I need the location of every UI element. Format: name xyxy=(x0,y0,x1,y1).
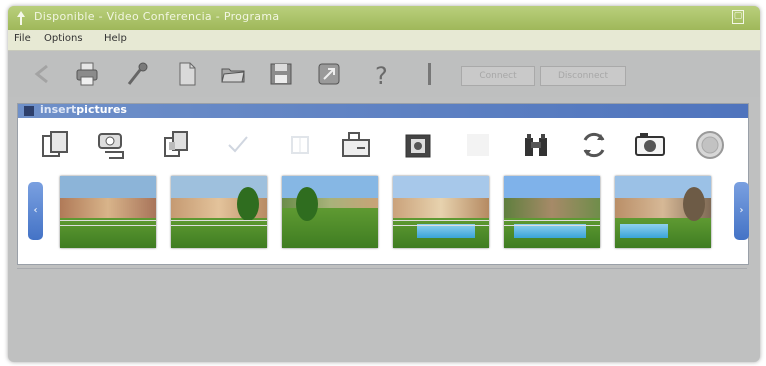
main-toolbar: ? Connect Disconnect xyxy=(8,51,760,97)
grid-icon xyxy=(291,136,309,154)
thumbnail-5[interactable] xyxy=(504,176,600,248)
check-button[interactable] xyxy=(218,126,258,164)
thumbnail-3[interactable] xyxy=(282,176,378,248)
status-divider xyxy=(17,268,747,272)
help-button[interactable]: ? xyxy=(364,57,398,91)
thumbnail-1[interactable] xyxy=(60,176,156,248)
multi-copy-button[interactable] xyxy=(156,126,196,164)
menu-help[interactable]: Help xyxy=(104,33,127,44)
binoculars-icon xyxy=(525,134,547,156)
thumbnail-strip: ‹ › xyxy=(26,166,749,252)
check-icon xyxy=(228,136,248,153)
insert-pictures-panel: insertpictures ‹ › xyxy=(17,103,749,265)
blank-button[interactable] xyxy=(458,126,498,164)
multi-copy-icon xyxy=(164,131,188,157)
document-button[interactable] xyxy=(170,57,204,91)
print-button[interactable] xyxy=(70,57,104,91)
menu-options[interactable]: Options xyxy=(44,33,83,44)
scroll-right-button[interactable]: › xyxy=(734,182,749,240)
print-icon xyxy=(76,62,98,86)
folder-icon xyxy=(221,68,245,83)
connect-button[interactable]: Connect xyxy=(461,66,535,86)
thumbnail-6[interactable] xyxy=(615,176,711,248)
refresh-button[interactable] xyxy=(574,126,614,164)
save-icon xyxy=(270,63,292,85)
svg-text:?: ? xyxy=(375,62,388,88)
menu-file[interactable]: File xyxy=(14,33,31,44)
app-window: Disponible - Video Conferencia - Program… xyxy=(8,6,760,362)
copy-pages-icon xyxy=(42,131,68,157)
scroll-left-button[interactable]: ‹ xyxy=(28,182,43,240)
grid-button[interactable] xyxy=(280,126,320,164)
film-reel-icon xyxy=(696,131,724,159)
folder-arrow-icon xyxy=(342,132,370,157)
blank-icon xyxy=(467,134,489,156)
thumbnail-2[interactable] xyxy=(171,176,267,248)
toolbar-separator xyxy=(428,63,431,85)
panel-header: insertpictures xyxy=(18,103,748,118)
panel-icon xyxy=(24,106,34,116)
disconnect-button[interactable]: Disconnect xyxy=(540,66,626,86)
microphone-icon xyxy=(127,62,148,85)
binoculars-button[interactable] xyxy=(516,126,556,164)
document-icon xyxy=(179,62,196,86)
menu-bar: File Options Help xyxy=(8,30,760,51)
frame-photo-button[interactable] xyxy=(398,126,438,164)
panel-title: insertpictures xyxy=(40,103,127,116)
help-icon: ? xyxy=(375,62,388,88)
refresh-icon xyxy=(583,132,605,158)
microphone-button[interactable] xyxy=(120,57,154,91)
frame-photo-icon xyxy=(405,134,431,158)
camera-icon xyxy=(635,133,665,156)
save-button[interactable] xyxy=(264,57,298,91)
back-button[interactable] xyxy=(26,57,60,91)
thumbnail-4[interactable] xyxy=(393,176,489,248)
copy-pages-button[interactable] xyxy=(36,126,76,164)
clipboard-button[interactable] xyxy=(312,57,346,91)
clipboard-icon xyxy=(318,63,340,85)
window-control-button[interactable]: ▢ xyxy=(732,10,744,24)
folder-arrow-button[interactable] xyxy=(336,126,376,164)
camera-link-icon xyxy=(98,133,124,159)
title-bar: Disponible - Video Conferencia - Program… xyxy=(8,6,760,30)
folder-button[interactable] xyxy=(216,57,250,91)
film-reel-button[interactable] xyxy=(690,126,730,164)
back-icon xyxy=(34,64,48,84)
camera-button[interactable] xyxy=(630,126,670,164)
app-icon xyxy=(17,11,25,25)
window-title: Disponible - Video Conferencia - Program… xyxy=(34,10,280,23)
camera-link-button[interactable] xyxy=(92,126,132,164)
